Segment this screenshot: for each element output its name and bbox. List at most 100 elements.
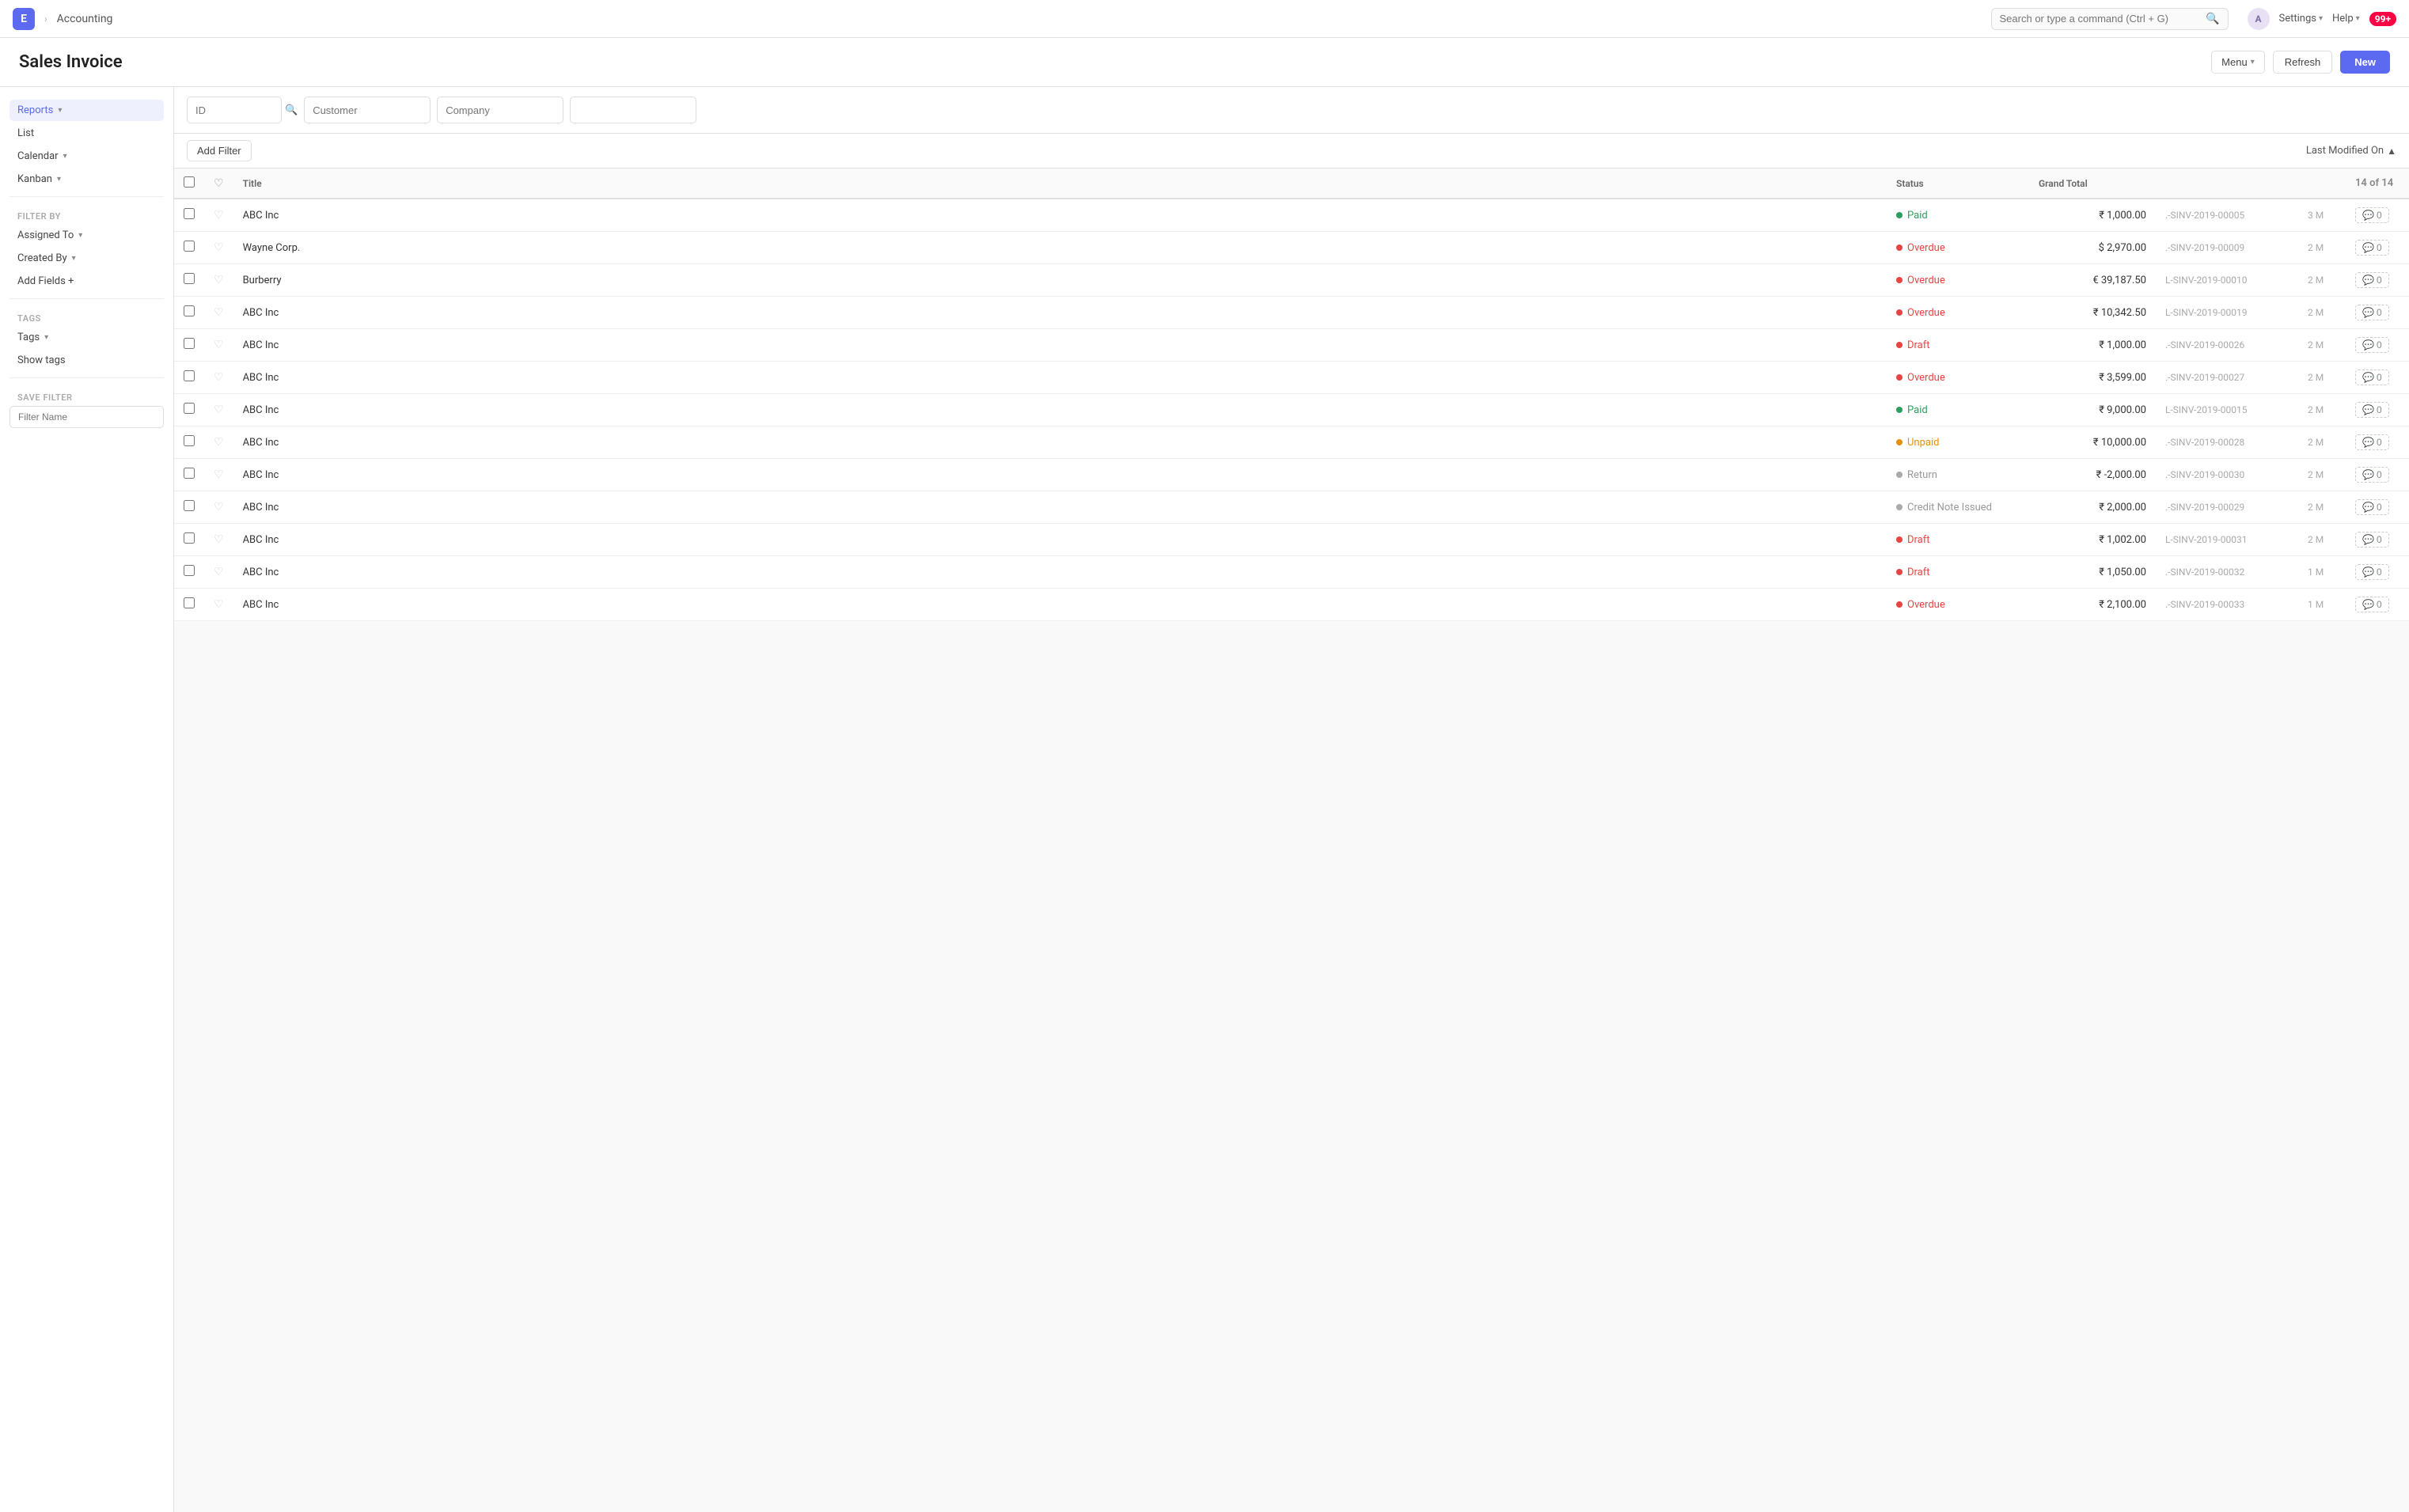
sidebar-item-calendar[interactable]: Calendar ▾: [9, 146, 164, 167]
sort-control[interactable]: Last Modified On ▲: [2306, 145, 2396, 157]
row-checkbox[interactable]: [184, 435, 195, 446]
row-total: ₹ 1,000.00: [2029, 329, 2156, 362]
add-fields-button[interactable]: Add Fields +: [9, 271, 164, 292]
customer-filter[interactable]: [304, 97, 431, 123]
comment-button[interactable]: 💬 0: [2355, 467, 2389, 483]
comment-button[interactable]: 💬 0: [2355, 272, 2389, 288]
comment-button[interactable]: 💬 0: [2355, 597, 2389, 612]
row-checkbox[interactable]: [184, 565, 195, 576]
row-comment-cell: 💬 0: [2346, 524, 2409, 556]
sidebar-item-reports[interactable]: Reports ▾: [9, 100, 164, 121]
row-checkbox[interactable]: [184, 403, 195, 414]
comment-button[interactable]: 💬 0: [2355, 402, 2389, 418]
row-total: ₹ 1,000.00: [2029, 199, 2156, 232]
heart-icon[interactable]: ♡: [214, 501, 224, 513]
row-checkbox[interactable]: [184, 241, 195, 252]
comment-button[interactable]: 💬 0: [2355, 532, 2389, 548]
row-checkbox-cell: [174, 556, 204, 589]
company-filter[interactable]: [437, 97, 563, 123]
heart-icon[interactable]: ♡: [214, 436, 224, 449]
assigned-dropdown-icon: ▾: [78, 231, 82, 240]
row-checkbox[interactable]: [184, 532, 195, 544]
table-row[interactable]: ♡ ABC Inc Draft ₹ 1,050.00 .-SINV-2019-0…: [174, 556, 2409, 589]
global-search[interactable]: 🔍: [1991, 8, 2229, 30]
comment-count: 0: [2377, 502, 2382, 513]
calendar-dropdown-icon: ▾: [63, 152, 67, 161]
row-title: ABC Inc: [233, 459, 1887, 491]
sidebar-divider-2: [9, 298, 164, 299]
table-row[interactable]: ♡ ABC Inc Overdue ₹ 2,100.00 .-SINV-2019…: [174, 589, 2409, 621]
add-filter-button[interactable]: Add Filter: [187, 140, 252, 161]
search-input[interactable]: [2000, 13, 2200, 25]
notification-badge[interactable]: 99+: [2369, 12, 2396, 26]
app-logo[interactable]: E: [13, 8, 35, 30]
row-checkbox[interactable]: [184, 305, 195, 316]
menu-button[interactable]: Menu ▾: [2211, 51, 2265, 74]
heart-icon[interactable]: ♡: [214, 306, 224, 319]
table-row[interactable]: ♡ ABC Inc Draft ₹ 1,002.00 L-SINV-2019-0…: [174, 524, 2409, 556]
help-dropdown-icon: ▾: [2356, 14, 2360, 23]
table-row[interactable]: ♡ ABC Inc Overdue ₹ 10,342.50 L-SINV-201…: [174, 297, 2409, 329]
row-age: 1 M: [2298, 589, 2346, 621]
row-checkbox[interactable]: [184, 208, 195, 219]
heart-icon[interactable]: ♡: [214, 241, 224, 254]
row-title: ABC Inc: [233, 556, 1887, 589]
table-row[interactable]: ♡ ABC Inc Return ₹ -2,000.00 .-SINV-2019…: [174, 459, 2409, 491]
comment-button[interactable]: 💬 0: [2355, 240, 2389, 256]
settings-button[interactable]: Settings ▾: [2279, 13, 2324, 25]
heart-icon[interactable]: ♡: [214, 371, 224, 384]
help-button[interactable]: Help ▾: [2332, 13, 2360, 25]
save-filter-section: SAVE FILTER: [9, 389, 164, 428]
comment-button[interactable]: 💬 0: [2355, 207, 2389, 223]
row-checkbox[interactable]: [184, 273, 195, 284]
show-tags-button[interactable]: Show tags: [9, 350, 164, 371]
menu-dropdown-icon: ▾: [2251, 58, 2255, 66]
heart-icon[interactable]: ♡: [214, 339, 224, 351]
heart-icon[interactable]: ♡: [214, 566, 224, 578]
table-row[interactable]: ♡ ABC Inc Credit Note Issued ₹ 2,000.00 …: [174, 491, 2409, 524]
extra-filter[interactable]: [570, 97, 696, 123]
created-by-filter[interactable]: Created By ▾: [9, 248, 164, 269]
comment-button[interactable]: 💬 0: [2355, 434, 2389, 450]
refresh-button[interactable]: Refresh: [2273, 51, 2333, 74]
filter-name-input[interactable]: [9, 406, 164, 428]
row-comment-cell: 💬 0: [2346, 426, 2409, 459]
row-comment-cell: 💬 0: [2346, 491, 2409, 524]
table-row[interactable]: ♡ ABC Inc Unpaid ₹ 10,000.00 .-SINV-2019…: [174, 426, 2409, 459]
table-row[interactable]: ♡ ABC Inc Overdue ₹ 3,599.00 .-SINV-2019…: [174, 362, 2409, 394]
sidebar-item-list[interactable]: List: [9, 123, 164, 144]
comment-button[interactable]: 💬 0: [2355, 499, 2389, 515]
heart-icon[interactable]: ♡: [214, 468, 224, 481]
table-row[interactable]: ♡ ABC Inc Paid ₹ 9,000.00 L-SINV-2019-00…: [174, 394, 2409, 426]
row-checkbox[interactable]: [184, 370, 195, 381]
row-checkbox[interactable]: [184, 468, 195, 479]
comment-icon: 💬: [2362, 275, 2374, 286]
heart-icon[interactable]: ♡: [214, 533, 224, 546]
heart-icon[interactable]: ♡: [214, 274, 224, 286]
row-heart-cell: ♡: [204, 459, 233, 491]
assigned-to-filter[interactable]: Assigned To ▾: [9, 225, 164, 246]
comment-button[interactable]: 💬 0: [2355, 305, 2389, 320]
new-button[interactable]: New: [2340, 51, 2390, 74]
row-checkbox[interactable]: [184, 500, 195, 511]
comment-button[interactable]: 💬 0: [2355, 564, 2389, 580]
row-checkbox-cell: [174, 329, 204, 362]
table-row[interactable]: ♡ Wayne Corp. Overdue $ 2,970.00 .-SINV-…: [174, 232, 2409, 264]
comment-icon: 💬: [2362, 469, 2374, 480]
comment-button[interactable]: 💬 0: [2355, 369, 2389, 385]
tags-filter[interactable]: Tags ▾: [9, 327, 164, 348]
select-all-checkbox[interactable]: [184, 176, 195, 188]
row-age: 2 M: [2298, 362, 2346, 394]
comment-button[interactable]: 💬 0: [2355, 337, 2389, 353]
row-checkbox[interactable]: [184, 338, 195, 349]
row-checkbox[interactable]: [184, 597, 195, 608]
id-filter[interactable]: [187, 97, 282, 123]
kanban-dropdown-icon: ▾: [57, 175, 61, 184]
heart-icon[interactable]: ♡: [214, 598, 224, 611]
table-row[interactable]: ♡ Burberry Overdue € 39,187.50 L-SINV-20…: [174, 264, 2409, 297]
heart-icon[interactable]: ♡: [214, 209, 224, 222]
table-row[interactable]: ♡ ABC Inc Paid ₹ 1,000.00 .-SINV-2019-00…: [174, 199, 2409, 232]
table-row[interactable]: ♡ ABC Inc Draft ₹ 1,000.00 .-SINV-2019-0…: [174, 329, 2409, 362]
sidebar-item-kanban[interactable]: Kanban ▾: [9, 169, 164, 190]
heart-icon[interactable]: ♡: [214, 404, 224, 416]
